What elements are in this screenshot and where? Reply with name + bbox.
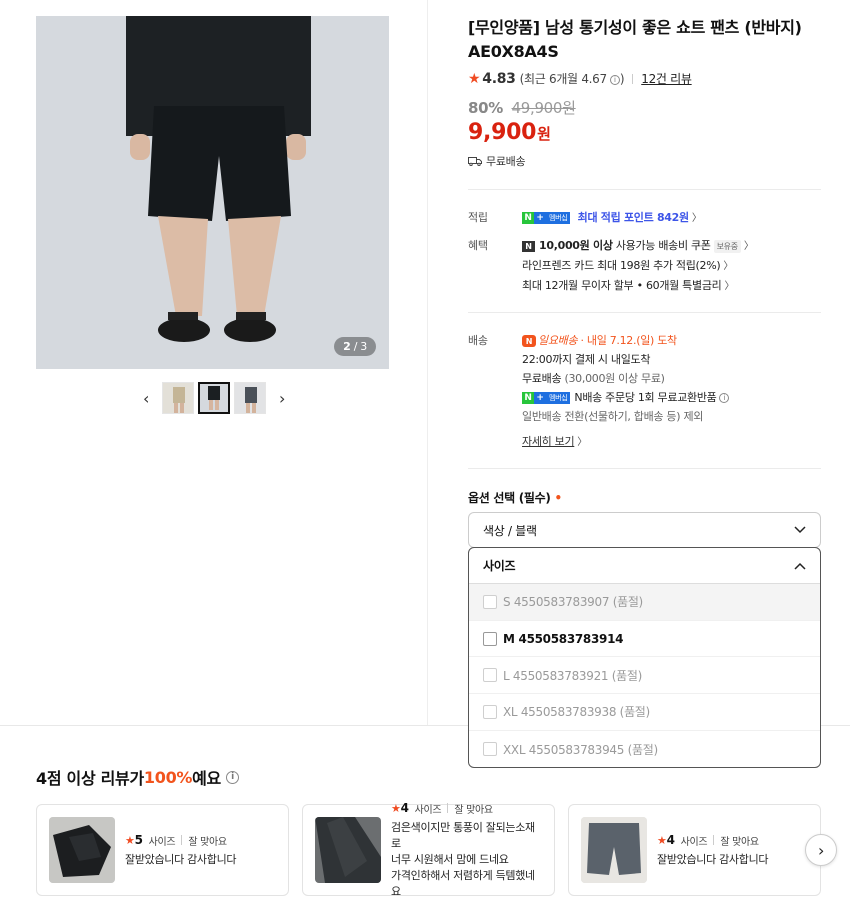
- sunday-delivery-icon: N: [522, 335, 536, 347]
- coupon-row[interactable]: N 10,000원 이상 사용가능 배송비 쿠폰 보유중 〉: [522, 236, 821, 256]
- sale-price: 9,900원: [468, 120, 551, 145]
- sunday-delivery-row: N 일요배송 · 내일 7.12.(일) 도착: [522, 331, 821, 350]
- nreturn-row: N + 멤버십 N배송 주문당 1회 무료교환반품 i: [522, 388, 821, 407]
- general-delivery-note: 일반배송 전환(선물하기, 합배송 등) 제외: [522, 410, 704, 423]
- card-benefit-row[interactable]: 라인프렌즈 카드 최대 198원 추가 적립(2%) 〉: [522, 256, 821, 276]
- thumbnail-strip: ‹ ›: [134, 382, 294, 414]
- review-card[interactable]: ★4 사이즈 잘 맞아요 검은색이지만 통풍이 잘되는소재로 너무 시원해서 맘에 …: [302, 801, 555, 898]
- npay-membership-badge: N + 멤버십: [522, 392, 571, 404]
- max-point-link[interactable]: 최대 적립 포인트 842원: [578, 211, 690, 224]
- accrual-section: 적립 N + 멤버십 최대 적립 포인트 842원 〉: [468, 208, 821, 228]
- chevron-right-icon: 〉: [577, 437, 587, 448]
- separator: [632, 73, 634, 84]
- chevron-right-icon: 〉: [743, 241, 754, 252]
- delivery-label: 배송: [468, 334, 488, 347]
- product-main-image[interactable]: 2 / 3: [36, 16, 389, 369]
- benefit-section: 혜택 N 10,000원 이상 사용가능 배송비 쿠폰 보유중 〉 라인프렌즈 카드 …: [468, 236, 821, 296]
- review-text: 잘받았습니다 감사합니다: [657, 852, 769, 866]
- review-cards: ★5 사이즈 잘 맞아요 잘받았습니다 감사합니다 ★4 사이즈 잘 맞아요 검은색이지…: [36, 801, 821, 898]
- option-title: 옵션 선택 (필수) •: [468, 491, 562, 505]
- review-card[interactable]: ★4 사이즈 잘 맞아요 잘받았습니다 감사합니다: [568, 804, 821, 896]
- product-photo: [36, 16, 389, 369]
- naver-icon: N: [522, 240, 535, 252]
- review-next-icon[interactable]: ›: [805, 834, 837, 866]
- review-count-link[interactable]: 12건 리뷰: [641, 70, 692, 87]
- detail-link[interactable]: 자세히 보기: [522, 435, 575, 448]
- size-select-header[interactable]: 사이즈: [469, 548, 820, 584]
- chevron-right-icon: 〉: [691, 213, 702, 224]
- free-ship-row: 무료배송 (30,000원 이상 무료): [522, 372, 665, 385]
- chevron-right-icon: 〉: [723, 261, 734, 272]
- rating-score: 4.83: [482, 70, 516, 87]
- original-price: 49,900원: [511, 99, 576, 117]
- discount-percent: 80%: [468, 99, 504, 117]
- installment-row[interactable]: 최대 12개월 무이자 할부 • 60개월 특별금리 〉: [522, 276, 821, 296]
- info-icon[interactable]: i: [225, 770, 239, 784]
- rating-recent: (최근 6개월 4.67 i): [519, 72, 625, 86]
- chevron-right-icon: 〉: [724, 281, 735, 292]
- review-text: 검은색이지만 통풍이 잘되는소재로 너무 시원해서 맘에 드네요 가격인하해서 …: [391, 820, 535, 898]
- size-option-l[interactable]: L 4550583783921 (품절): [469, 657, 820, 695]
- checkbox[interactable]: [483, 631, 497, 646]
- review-meta: ★4 사이즈 잘 맞아요: [391, 801, 493, 816]
- npay-membership-badge: N + 멤버십: [522, 212, 571, 224]
- chevron-up-icon: [794, 562, 806, 570]
- review-photo: [581, 817, 647, 883]
- review-text: 잘받았습니다 감사합니다: [125, 852, 237, 866]
- size-option-s[interactable]: S 4550583783907 (품절): [469, 584, 820, 621]
- thumbnail-2[interactable]: [198, 382, 230, 414]
- product-title: [무인양품] 남성 통기성이 좋은 쇼트 팬츠 (반바지) AE0X8A4S: [468, 18, 802, 61]
- size-option-xxl[interactable]: XXL 4550583783945 (품절): [469, 731, 820, 768]
- color-select[interactable]: 색상 / 블랙: [468, 512, 821, 548]
- delivery-section: 배송 N 일요배송 · 내일 7.12.(일) 도착 22:00까지 결제 시 내…: [468, 331, 821, 452]
- checkbox[interactable]: [483, 668, 497, 683]
- size-option-xl[interactable]: XL 4550583783938 (품절): [469, 694, 820, 731]
- column-divider: [427, 0, 428, 726]
- accrual-label: 적립: [468, 211, 488, 224]
- rating-row: ★ 4.83 (최근 6개월 4.67 i) 12건 리뷰: [468, 70, 821, 87]
- star-icon: ★: [468, 70, 481, 87]
- review-summary-heading: 4점 이상 리뷰가 100% 예요 i: [36, 765, 239, 789]
- discount-row: 80% 49,900원: [468, 97, 821, 118]
- product-info: [무인양품] 남성 통기성이 좋은 쇼트 팬츠 (반바지) AE0X8A4S ★…: [468, 16, 821, 548]
- chevron-down-icon: [794, 526, 806, 534]
- info-icon[interactable]: i: [609, 74, 620, 85]
- checkbox[interactable]: [483, 594, 497, 609]
- thumbnail-1[interactable]: [162, 382, 194, 414]
- divider: [468, 468, 821, 469]
- benefit-label: 혜택: [468, 239, 488, 252]
- free-shipping: 무료배송: [468, 153, 821, 169]
- size-option-m[interactable]: M 4550583783914: [469, 621, 820, 658]
- cutoff-text: 22:00까지 결제 시 내일도착: [522, 353, 651, 366]
- review-meta: ★4 사이즈 잘 맞아요: [657, 833, 759, 848]
- checkbox[interactable]: [483, 742, 497, 757]
- thumb-next-icon[interactable]: ›: [270, 382, 294, 414]
- image-counter: 2 / 3: [334, 337, 376, 356]
- review-photo: [49, 817, 115, 883]
- info-icon[interactable]: i: [719, 393, 730, 403]
- review-card[interactable]: ★5 사이즈 잘 맞아요 잘받았습니다 감사합니다: [36, 804, 289, 896]
- owned-tag: 보유중: [713, 239, 741, 253]
- thumbnail-3[interactable]: [234, 382, 266, 414]
- thumb-prev-icon[interactable]: ‹: [134, 382, 158, 414]
- truck-icon: [468, 157, 482, 166]
- size-dropdown[interactable]: 사이즈 S 4550583783907 (품절) M 4550583783914…: [468, 547, 821, 769]
- review-meta: ★5 사이즈 잘 맞아요: [125, 833, 227, 848]
- review-photo: [315, 817, 381, 883]
- checkbox[interactable]: [483, 704, 497, 719]
